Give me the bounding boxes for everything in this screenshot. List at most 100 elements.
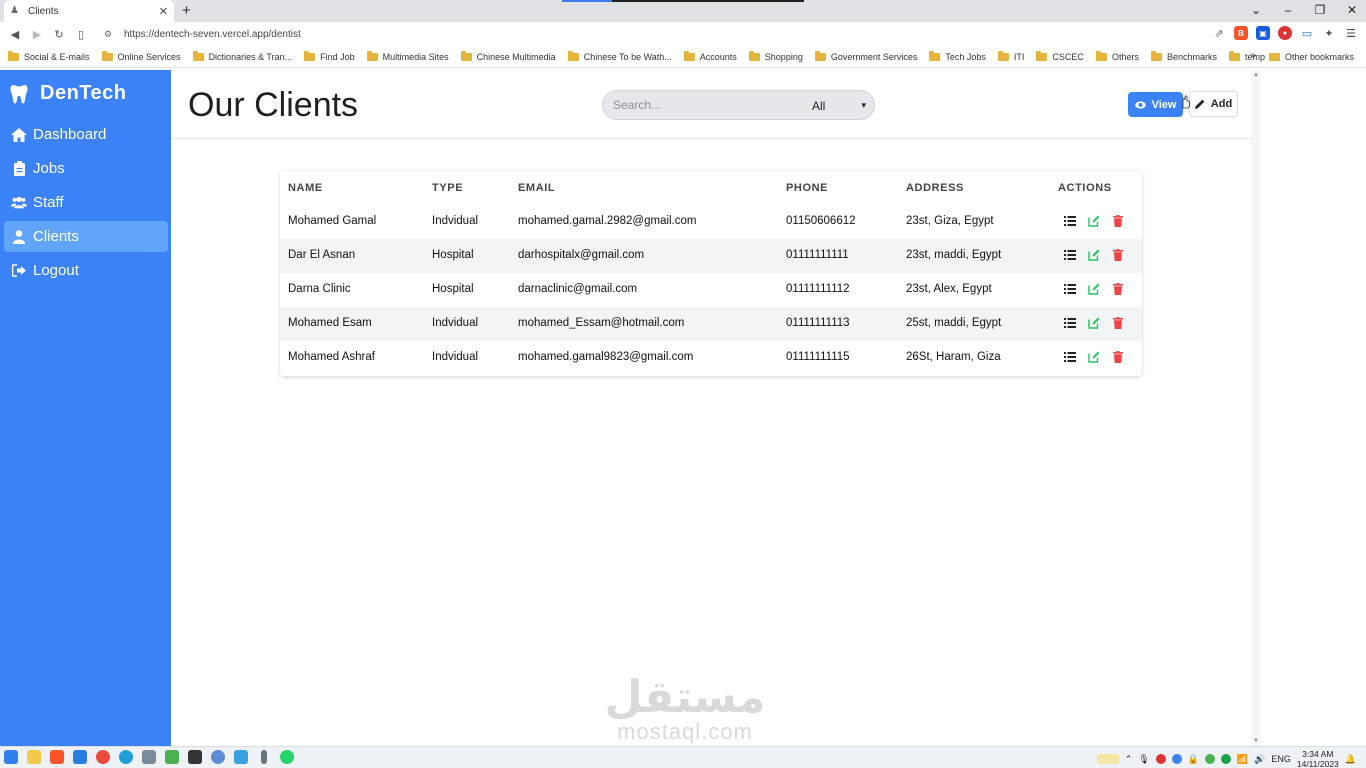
bookmark-folder[interactable]: Multimedia Sites — [366, 50, 449, 62]
restore-icon[interactable]: ❐ — [1314, 3, 1326, 17]
sidebar-item-dashboard[interactable]: Dashboard — [4, 119, 168, 150]
bookmark-folder[interactable]: temp — [1228, 50, 1265, 62]
view-button[interactable]: View — [1128, 92, 1183, 117]
microphone-icon[interactable]: 🎙 — [1138, 754, 1149, 765]
client-address: 26St, Haram, Giza — [906, 351, 1001, 363]
bookmark-folder[interactable]: Shopping — [748, 50, 803, 62]
brave-browser-icon[interactable] — [50, 750, 64, 764]
other-bookmarks[interactable]: Other bookmarks — [1268, 46, 1354, 68]
menu-icon[interactable]: ☰ — [1344, 26, 1358, 40]
scroll-down-icon[interactable]: ▼ — [1253, 738, 1259, 744]
details-list-icon[interactable] — [1064, 248, 1076, 261]
client-phone: 01111111115 — [786, 351, 850, 363]
screen-recorder-icon[interactable] — [234, 750, 248, 764]
sidebar-item-clients[interactable]: Clients — [4, 221, 168, 252]
notification-badge-icon[interactable] — [1096, 754, 1119, 764]
bitwarden-icon[interactable]: ▣ — [1256, 26, 1270, 40]
search-input[interactable] — [613, 97, 793, 113]
whatsapp-icon[interactable] — [280, 750, 294, 764]
bookmark-folder[interactable]: Chinese To be Wath... — [567, 50, 672, 62]
system-clock[interactable]: 3:34 AM 14/11/2023 — [1297, 749, 1339, 768]
details-list-icon[interactable] — [1064, 316, 1076, 329]
edit-icon[interactable] — [1088, 282, 1100, 295]
edit-icon[interactable] — [1088, 350, 1100, 363]
watermark-arabic: مستقل — [604, 673, 766, 722]
edit-icon[interactable] — [1088, 248, 1100, 261]
bookmark-icon[interactable]: ▯ — [70, 28, 92, 41]
bookmark-folder[interactable]: Find Job — [304, 50, 355, 62]
vscode-icon[interactable] — [73, 750, 87, 764]
folder-icon — [1228, 50, 1240, 61]
calculator-icon[interactable] — [142, 750, 156, 764]
delete-icon[interactable] — [1112, 316, 1124, 329]
settings-icon[interactable] — [211, 750, 225, 764]
language-indicator[interactable]: ENG — [1271, 754, 1291, 764]
back-icon[interactable]: ◀ — [4, 28, 26, 41]
sidebar-item-jobs[interactable]: Jobs — [4, 153, 168, 184]
bookmark-folder[interactable]: Tech Jobs — [929, 50, 986, 62]
delete-icon[interactable] — [1112, 350, 1124, 363]
sidebar-item-logout[interactable]: Logout — [4, 255, 168, 286]
bookmark-folder[interactable]: Government Services — [814, 50, 917, 62]
screen-capture-icon[interactable]: ▭ — [1300, 26, 1314, 40]
app-icon[interactable] — [165, 750, 179, 764]
extensions-icon[interactable]: ✦ — [1322, 26, 1336, 40]
close-tab-icon[interactable]: ✕ — [159, 5, 168, 18]
delete-icon[interactable] — [1112, 214, 1124, 227]
vpn-icon[interactable] — [1220, 754, 1231, 764]
delete-icon[interactable] — [1112, 248, 1124, 261]
loading-bar — [562, 0, 804, 2]
bookmark-folder[interactable]: Benchmarks — [1150, 50, 1217, 62]
notification-bell-icon[interactable]: 🔔 — [1345, 754, 1356, 765]
close-window-icon[interactable]: ✕ — [1346, 3, 1358, 17]
security-icon[interactable] — [1204, 754, 1215, 764]
details-list-icon[interactable] — [1064, 214, 1076, 227]
lock-icon[interactable]: 🔒 — [1188, 754, 1199, 765]
minimize-icon[interactable]: – — [1282, 3, 1294, 17]
bookmark-folder[interactable]: Accounts — [683, 50, 737, 62]
bookmark-folder[interactable]: ITI — [997, 50, 1024, 62]
type-filter-select[interactable]: All ▾ — [802, 95, 872, 116]
reload-icon[interactable]: ↻ — [48, 28, 70, 41]
address-bar[interactable]: ⚙ https://dentech-seven.vercel.app/denti… — [104, 24, 1214, 44]
terminal-icon[interactable] — [188, 750, 202, 764]
record-tray-icon[interactable] — [1155, 754, 1166, 764]
sync-icon[interactable] — [1171, 754, 1182, 764]
bookmark-folder[interactable]: Social & E-mails — [8, 50, 90, 62]
scroll-up-icon[interactable]: ▲ — [1253, 72, 1259, 78]
file-explorer-icon[interactable] — [27, 750, 41, 764]
share-icon[interactable]: ⇗ — [1212, 26, 1226, 40]
wifi-icon[interactable]: 📶 — [1237, 754, 1248, 765]
volume-icon[interactable]: 🔊 — [1254, 754, 1265, 765]
bookmark-folder[interactable]: Chinese Multimedia — [460, 50, 556, 62]
folder-icon — [366, 50, 378, 61]
forward-icon[interactable]: ▶ — [26, 28, 48, 41]
more-bookmarks-button[interactable]: » — [1250, 50, 1256, 61]
bookmark-folder[interactable]: Others — [1095, 50, 1139, 62]
clock-time: 3:34 AM — [1302, 749, 1334, 759]
edit-icon[interactable] — [1088, 316, 1100, 329]
add-button[interactable]: Add — [1189, 91, 1238, 117]
chrome-icon[interactable] — [96, 750, 110, 764]
windows-start-icon[interactable] — [4, 750, 18, 764]
bookmark-folder[interactable]: CSCEC — [1036, 50, 1084, 62]
brave-shield-icon[interactable]: B — [1234, 26, 1248, 40]
browser-tab[interactable]: ♟ Clients ✕ — [4, 0, 174, 22]
telegram-icon[interactable] — [119, 750, 133, 764]
details-list-icon[interactable] — [1064, 282, 1076, 295]
sidebar-item-staff[interactable]: Staff — [4, 187, 168, 218]
new-tab-button[interactable]: + — [182, 2, 191, 19]
chevron-down-icon[interactable]: ⌄ — [1250, 3, 1262, 17]
brand-logo[interactable]: DenTech — [10, 82, 126, 105]
chevron-up-icon[interactable]: ⌃ — [1125, 754, 1133, 765]
page-scrollbar[interactable]: ▲ ▼ — [1251, 70, 1261, 746]
details-list-icon[interactable] — [1064, 350, 1076, 363]
sidebar: DenTech Dashboard Jobs Staff Clients Log… — [0, 70, 171, 746]
record-icon[interactable]: ● — [1278, 26, 1292, 40]
usb-icon[interactable] — [261, 750, 267, 764]
delete-icon[interactable] — [1112, 282, 1124, 295]
bookmark-folder[interactable]: Online Services — [101, 50, 181, 62]
bookmark-folder[interactable]: Dictionaries & Tran... — [192, 50, 292, 62]
site-settings-icon[interactable]: ⚙ — [104, 29, 118, 40]
edit-icon[interactable] — [1088, 214, 1100, 227]
